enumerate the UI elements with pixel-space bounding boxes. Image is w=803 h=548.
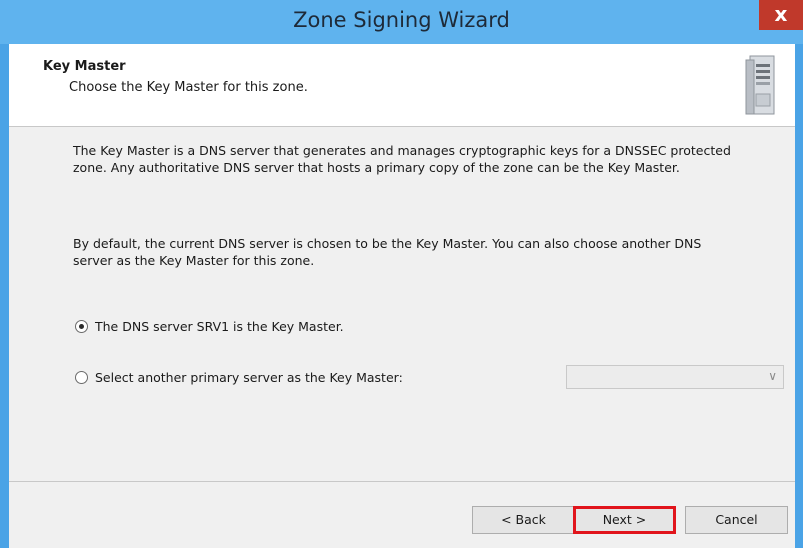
radio-selected-icon[interactable] <box>75 319 88 333</box>
description-paragraph-1: The Key Master is a DNS server that gene… <box>73 143 731 175</box>
server-icon <box>745 55 775 115</box>
title-bar[interactable]: Zone Signing Wizard x <box>0 0 803 44</box>
page-title: Key Master <box>43 59 126 74</box>
wizard-window: Zone Signing Wizard x Key Master Choose … <box>0 0 803 548</box>
option-another-server[interactable]: Select another primary server as the Key… <box>75 368 403 386</box>
option-current-server[interactable]: The DNS server SRV1 is the Key Master. <box>75 317 344 335</box>
back-button[interactable]: < Back <box>472 506 575 534</box>
next-button[interactable]: Next > <box>573 506 676 534</box>
option-current-server-label: The DNS server SRV1 is the Key Master. <box>95 318 344 334</box>
key-master-server-dropdown[interactable]: ∨ <box>566 365 784 389</box>
cancel-button[interactable]: Cancel <box>685 506 788 534</box>
option-another-server-label: Select another primary server as the Key… <box>95 369 403 385</box>
close-button[interactable]: x <box>759 0 803 30</box>
radio-unselected-icon[interactable] <box>75 370 88 384</box>
page-subtitle: Choose the Key Master for this zone. <box>69 80 308 95</box>
close-icon: x <box>774 2 788 26</box>
wizard-header: Key Master Choose the Key Master for thi… <box>9 44 795 127</box>
window-title: Zone Signing Wizard <box>293 8 510 32</box>
description-paragraph-2: By default, the current DNS server is ch… <box>73 236 702 268</box>
wizard-client-area: Key Master Choose the Key Master for thi… <box>9 44 795 548</box>
chevron-down-icon: ∨ <box>768 369 777 383</box>
footer-divider <box>9 481 795 482</box>
